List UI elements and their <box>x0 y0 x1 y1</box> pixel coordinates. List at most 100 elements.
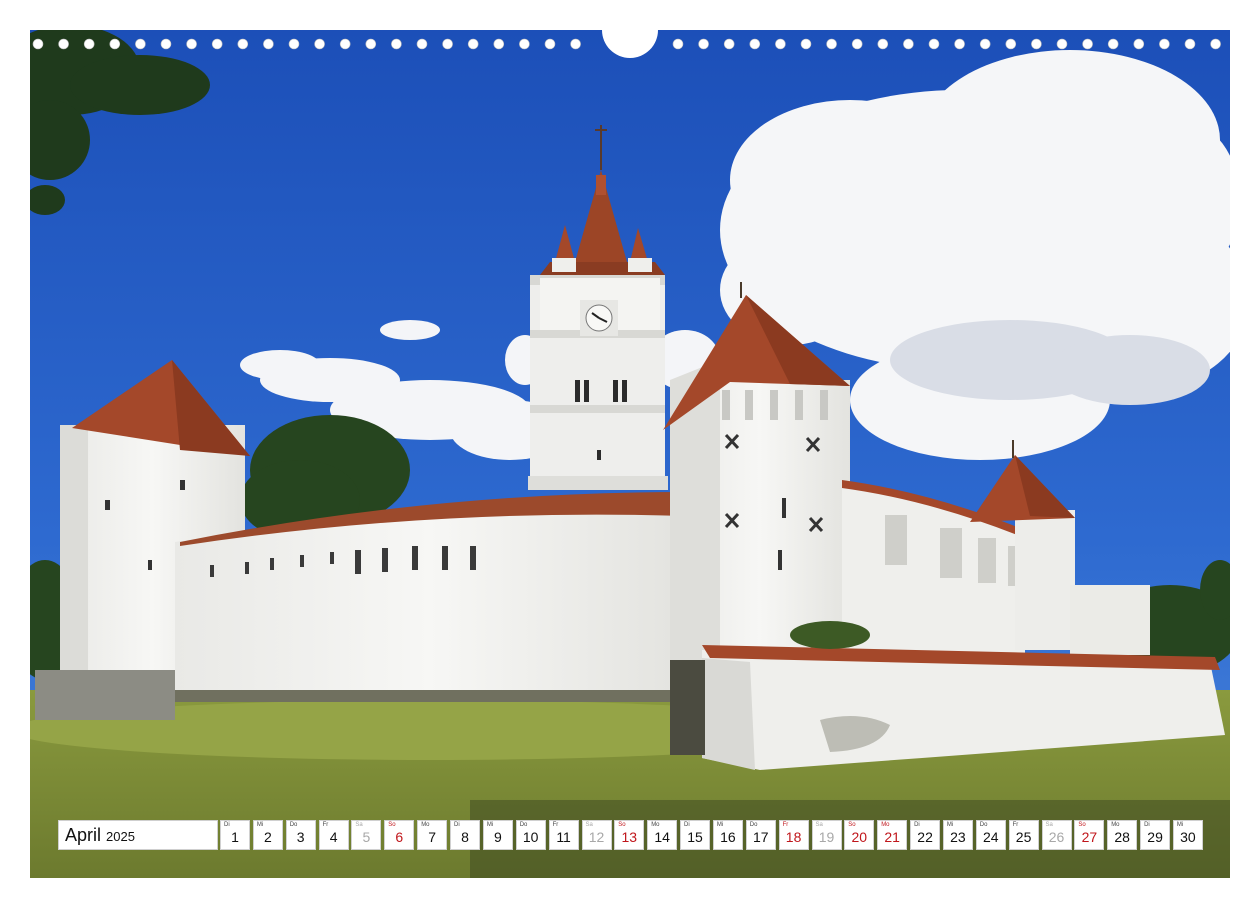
day-cell: Fr 18 <box>778 820 809 850</box>
binding-hole-icon <box>135 38 146 50</box>
day-cell: So 13 <box>614 820 645 850</box>
binding-hole-icon <box>1210 38 1221 50</box>
binding-hole-icon <box>851 38 863 50</box>
day-weekday: Mo <box>421 822 430 828</box>
binding-hole-icon <box>698 38 709 50</box>
day-weekday: Mi <box>256 822 264 828</box>
day-weekday: Mi <box>486 822 494 828</box>
day-weekday: Mo <box>881 822 890 828</box>
day-weekday: Sa <box>585 822 593 828</box>
day-weekday: So <box>848 822 856 828</box>
day-weekday: Do <box>289 822 298 828</box>
day-number: 1 <box>231 829 239 845</box>
day-cell: Do 10 <box>515 820 546 850</box>
day-number: 12 <box>588 829 605 845</box>
binding-hole-icon <box>672 38 684 50</box>
day-number: 21 <box>884 829 900 845</box>
day-number: 10 <box>522 829 539 845</box>
day-cell: Sa 5 <box>351 820 382 850</box>
day-cell: Mi 2 <box>252 820 283 850</box>
day-number: 17 <box>753 829 769 845</box>
day-weekday: Mi <box>1176 822 1184 828</box>
day-cell: Sa 19 <box>811 820 842 850</box>
day-cell: Fr 11 <box>548 820 579 850</box>
binding-hole-icon <box>1031 38 1042 50</box>
day-number: 8 <box>461 829 469 845</box>
binding-hole-icon <box>903 38 914 50</box>
day-weekday: Sa <box>355 822 363 828</box>
binding-hole-icon <box>467 38 479 50</box>
day-cell: Sa 12 <box>581 820 612 850</box>
day-cell: So 20 <box>844 820 875 850</box>
binding-hole-icon <box>928 38 940 50</box>
day-number: 22 <box>917 829 933 845</box>
binding-hole-icon <box>365 38 377 50</box>
calendar-strip: April 2025 Di 1 Mi 2 Do 3 Fr 4 Sa 5 So 6 Mo 7 Di 8 Mi 9 Do… <box>58 820 1203 850</box>
day-number: 19 <box>818 829 835 845</box>
day-weekday: Di <box>1144 822 1150 828</box>
binding-hole-icon <box>160 38 172 50</box>
hanger-notch-icon <box>602 30 658 58</box>
day-weekday: So <box>388 822 396 828</box>
day-number: 30 <box>1180 829 1196 845</box>
day-cell: Do 17 <box>745 820 776 850</box>
day-weekday: Fr <box>1012 822 1019 828</box>
day-cell: Di 22 <box>910 820 941 850</box>
binding-hole-icon <box>1005 38 1017 50</box>
binding-hole-icon <box>58 38 69 50</box>
day-number: 14 <box>654 829 670 845</box>
day-cell: Mi 23 <box>942 820 973 850</box>
binding-hole-icon <box>314 38 325 50</box>
binding-hole-icon <box>1082 38 1093 50</box>
binding-hole-icon <box>1133 38 1145 50</box>
day-weekday: Mi <box>946 822 954 828</box>
binding-hole-icon <box>800 38 812 50</box>
day-number: 2 <box>263 829 272 845</box>
day-number: 26 <box>1048 829 1065 845</box>
fortified-church-photo-icon <box>30 30 1230 878</box>
binding-hole-icon <box>749 38 761 50</box>
day-number: 20 <box>851 829 868 845</box>
binding-hole-icon <box>1184 38 1196 50</box>
day-weekday: Fr <box>782 822 789 828</box>
day-number: 6 <box>395 829 404 845</box>
day-number: 25 <box>1015 829 1032 845</box>
binding-hole-icon <box>570 38 581 50</box>
day-weekday: Mo <box>1111 822 1120 828</box>
day-weekday: Di <box>224 822 230 828</box>
binding-hole-icon <box>493 38 505 50</box>
day-cell: Mo 14 <box>647 820 678 850</box>
binding-hole-icon <box>544 38 556 50</box>
binding-hole-icon <box>442 38 453 50</box>
day-weekday: Di <box>684 822 690 828</box>
binding-hole-icon <box>723 38 735 50</box>
day-cell: Mi 16 <box>712 820 743 850</box>
day-weekday: Sa <box>1045 822 1053 828</box>
binding-hole-icon <box>519 38 530 50</box>
day-weekday: So <box>618 822 626 828</box>
day-cell: Do 3 <box>285 820 316 850</box>
binding-hole-icon <box>1107 38 1119 50</box>
day-weekday: So <box>1078 822 1086 828</box>
binding-hole-icon <box>339 38 351 50</box>
day-cell: Mi 30 <box>1172 820 1203 850</box>
day-cell: Sa 26 <box>1041 820 1072 850</box>
day-number: 24 <box>983 829 999 845</box>
day-number: 18 <box>785 829 802 845</box>
day-cell: Di 29 <box>1140 820 1171 850</box>
binding-hole-icon <box>954 38 965 50</box>
calendar-page: April 2025 Di 1 Mi 2 Do 3 Fr 4 Sa 5 So 6 Mo 7 Di 8 Mi 9 Do… <box>0 0 1260 908</box>
day-number: 16 <box>720 829 736 845</box>
day-number: 7 <box>428 829 437 845</box>
binding-hole-icon <box>1159 38 1170 50</box>
day-weekday: Sa <box>815 822 823 828</box>
binding-hole-icon <box>979 38 991 50</box>
binding-hole-icon <box>877 38 889 50</box>
wire-binding <box>0 30 1260 58</box>
day-number: 29 <box>1147 829 1163 845</box>
day-cell: Mi 9 <box>482 820 513 850</box>
day-cell: Di 8 <box>450 820 480 850</box>
binding-hole-icon <box>775 38 786 50</box>
day-number: 27 <box>1081 829 1098 845</box>
binding-hole-icon <box>32 38 44 50</box>
